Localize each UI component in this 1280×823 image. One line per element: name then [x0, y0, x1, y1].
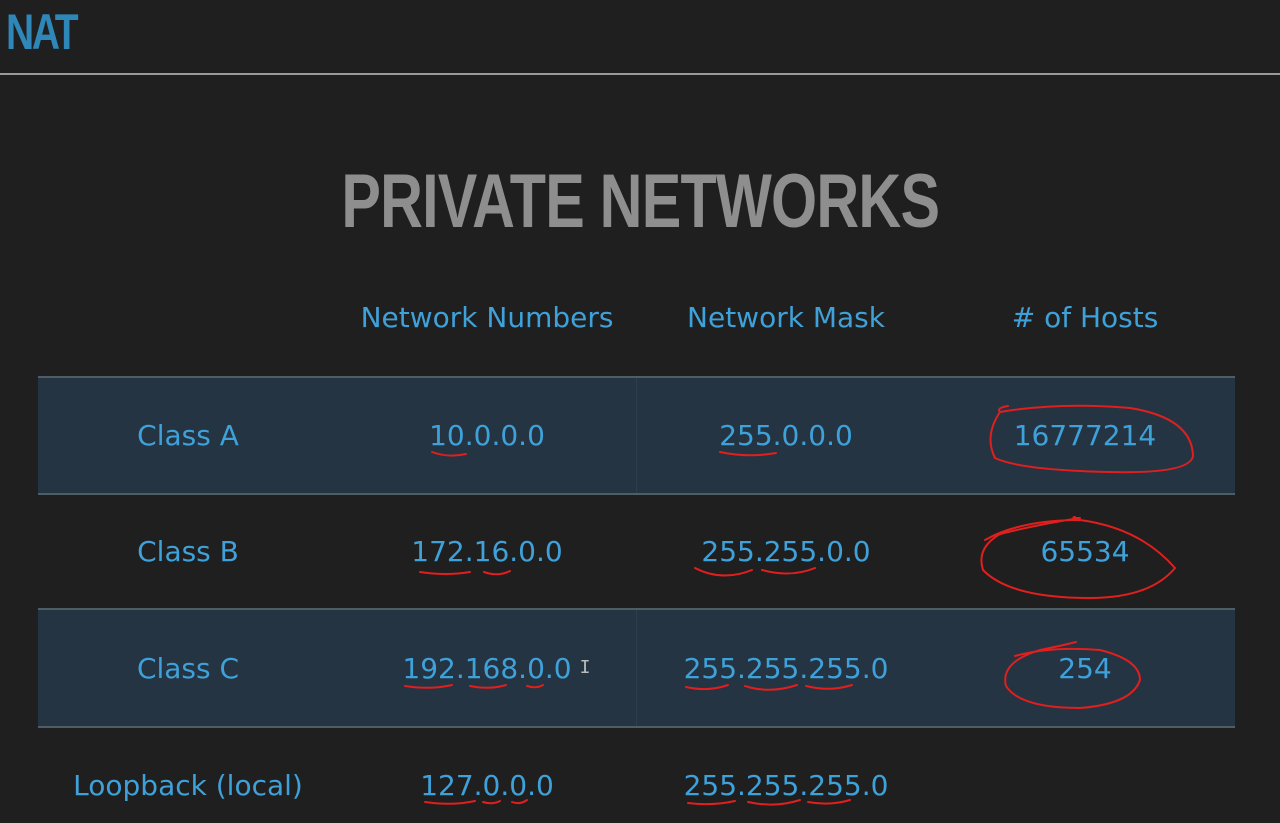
row-label: Class A — [137, 419, 239, 452]
table-row: Class C 192.168.0.0 255.255.255.0 254 — [38, 608, 1235, 728]
table-row: Class A 10.0.0.0 255.0.0.0 16777214 — [38, 376, 1235, 495]
hosts-cell — [935, 728, 1235, 823]
network-mask-cell: 255.255.255.0 — [683, 651, 889, 685]
hosts-cell: 16777214 — [1013, 419, 1157, 452]
network-number-cell: 10.0.0.0 — [429, 419, 545, 452]
text-cursor-icon: I — [579, 657, 591, 678]
table-row: Class B 172.16.0.0 255.255.0.0 65534 — [38, 494, 1235, 609]
column-header-network-numbers: Network Numbers — [360, 301, 614, 334]
column-header-hosts: # of Hosts — [1011, 301, 1159, 334]
page-heading-text: PRIVATE NETWORKS — [341, 159, 940, 244]
title-divider — [0, 73, 1280, 75]
row-label: Loopback (local) — [73, 769, 303, 802]
slide: NAT PRIVATE NETWORKS Network Numbers Net… — [0, 0, 1280, 823]
network-mask-cell: 255.255.255.0 — [683, 769, 889, 802]
network-mask-cell: 255.255.0.0 — [701, 535, 871, 568]
table-row: Loopback (local) 127.0.0.0 255.255.255.0 — [38, 728, 1235, 823]
row-label: Class B — [137, 535, 239, 568]
network-mask-cell: 255.0.0.0 — [719, 419, 853, 452]
network-number-cell: 172.16.0.0 — [411, 535, 563, 568]
network-number-cell: 127.0.0.0 — [420, 769, 554, 802]
slide-title: NAT — [6, 4, 79, 60]
hosts-cell: 254 — [1058, 651, 1112, 685]
row-label: Class C — [136, 651, 240, 685]
hosts-cell: 65534 — [1040, 535, 1130, 568]
column-header-network-mask: Network Mask — [687, 301, 885, 334]
page-heading: PRIVATE NETWORKS — [0, 160, 1280, 244]
network-number-cell: 192.168.0.0 — [402, 651, 572, 685]
